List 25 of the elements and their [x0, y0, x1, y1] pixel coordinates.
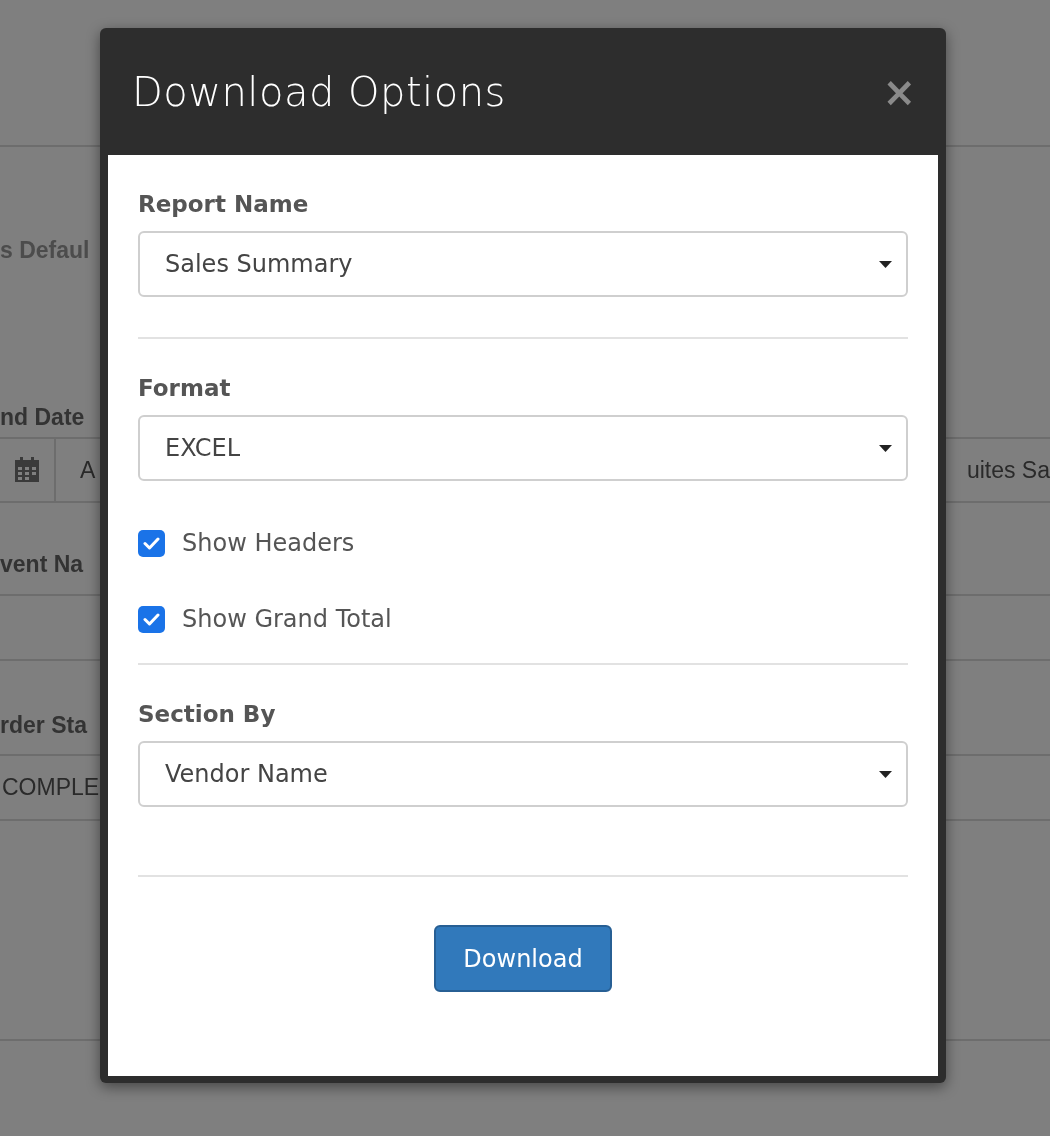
- field-label: Format: [138, 375, 232, 401]
- field-value: COMPLE: [2, 774, 100, 801]
- date-field[interactable]: A: [80, 456, 96, 484]
- field-label: rder Sta: [0, 711, 87, 739]
- field-label: nd Date: [0, 403, 85, 431]
- select-field[interactable]: Vendor Name: [138, 741, 908, 807]
- checkbox-label[interactable]: Show Grand Total: [182, 605, 392, 633]
- field-label: vent Na: [0, 551, 84, 578]
- calendar-icon[interactable]: [13, 456, 41, 484]
- download-button[interactable]: Download: [434, 925, 612, 992]
- checkmark-icon: [143, 536, 160, 550]
- field-label: Section By: [138, 701, 277, 727]
- checkbox[interactable]: [138, 529, 165, 557]
- caret-icon: [879, 444, 892, 452]
- field-value: uites Sa: [966, 456, 1050, 484]
- checkmark-icon: [143, 612, 160, 626]
- close-button[interactable]: ×: [882, 71, 916, 112]
- checkbox-label[interactable]: Show Headers: [182, 529, 355, 557]
- select-field[interactable]: Sales Summary: [138, 231, 908, 297]
- field-label: Report Name: [138, 191, 310, 217]
- caret-icon: [879, 770, 892, 778]
- select-field[interactable]: EXCEL: [138, 415, 908, 481]
- checkbox[interactable]: [138, 605, 165, 633]
- dialog-title: Download Options: [132, 68, 506, 115]
- caret-icon: [879, 260, 892, 268]
